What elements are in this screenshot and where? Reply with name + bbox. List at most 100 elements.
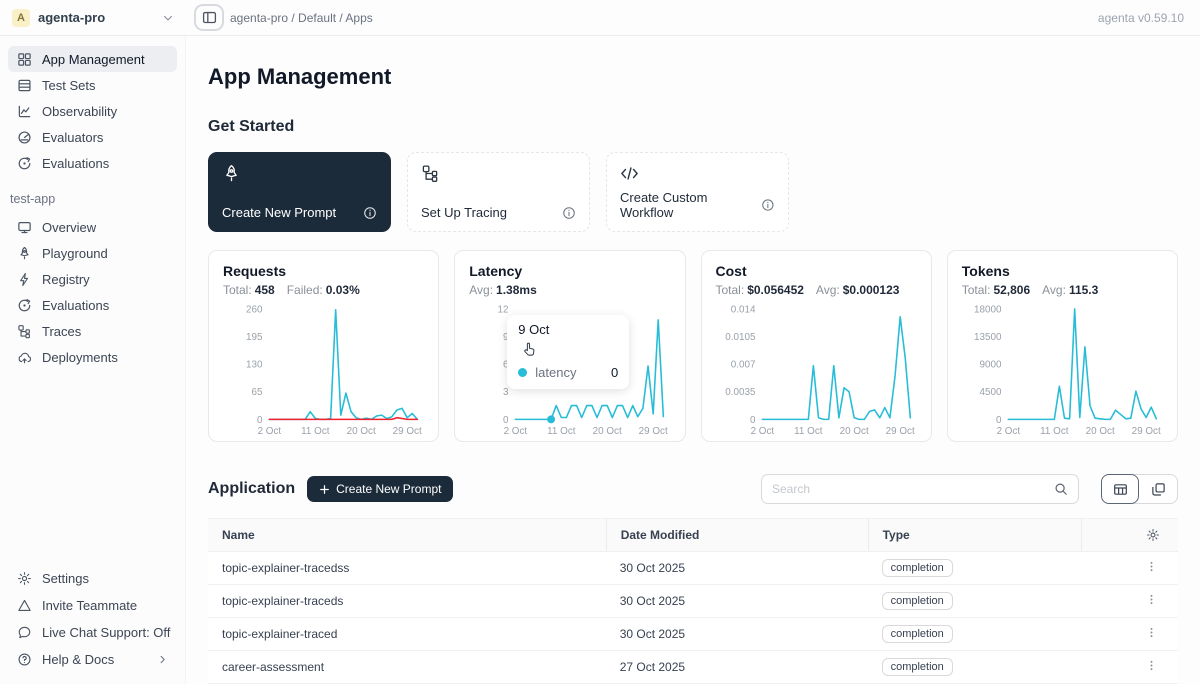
latency-chart-card: Latency Avg:1.38ms 0369122 Oct11 Oct20 O… [454, 250, 685, 442]
grid-icon [17, 52, 32, 67]
card-view-button[interactable] [1139, 474, 1177, 504]
view-toggle [1101, 474, 1178, 504]
chart-stats: Total:52,806 Avg:115.3 [962, 283, 1163, 297]
sidebar-item-evaluators[interactable]: Evaluators [8, 124, 177, 150]
info-icon[interactable] [761, 198, 775, 212]
workspace-avatar: A [12, 9, 30, 27]
gear-icon [17, 571, 32, 586]
gear-icon[interactable] [1146, 528, 1160, 542]
sidebar-item-deployments[interactable]: Deployments [8, 344, 177, 370]
create-new-prompt-button[interactable]: Create New Prompt [307, 476, 453, 502]
sidebar-item-overview[interactable]: Overview [8, 214, 177, 240]
create-new-prompt-card[interactable]: Create New Prompt [208, 152, 391, 232]
sidebar-collapse-button[interactable] [194, 4, 224, 31]
sidebar-item-help-docs[interactable]: Help & Docs [8, 646, 177, 672]
main-content: App Management Get Started Create New Pr… [186, 36, 1200, 684]
rocket-icon [17, 246, 32, 261]
sidebar-item-label: Invite Teammate [42, 598, 137, 613]
svg-text:3: 3 [503, 387, 509, 398]
sidebar-item-invite-teammate[interactable]: Invite Teammate [8, 592, 177, 618]
search-icon [1054, 482, 1068, 496]
table-row[interactable]: topic-explainer-traced 30 Oct 2025 compl… [208, 618, 1178, 651]
svg-text:0.014: 0.014 [730, 304, 755, 315]
sidebar-item-label: Playground [42, 246, 108, 261]
set-up-tracing-card[interactable]: Set Up Tracing [407, 152, 590, 232]
sidebar-item-registry[interactable]: Registry [8, 266, 177, 292]
column-header-name[interactable]: Name [208, 519, 606, 551]
sidebar-item-live-chat[interactable]: Live Chat Support: Off [8, 619, 177, 645]
sidebar-item-evaluations[interactable]: Evaluations [8, 150, 177, 176]
table-row[interactable]: topic-explainer-traceds 30 Oct 2025 comp… [208, 585, 1178, 618]
application-heading: Application [208, 480, 295, 498]
svg-text:12: 12 [498, 304, 509, 315]
svg-text:65: 65 [251, 387, 262, 398]
code-icon [620, 164, 639, 183]
tokens-chart-card: Tokens Total:52,806 Avg:115.3 0450090001… [947, 250, 1178, 442]
search-input[interactable] [772, 482, 1048, 496]
svg-text:29 Oct: 29 Oct [885, 426, 914, 437]
svg-text:4500: 4500 [979, 387, 1001, 398]
info-icon[interactable] [363, 206, 377, 220]
get-started-cards: Create New Prompt Set Up Tracing Create … [208, 152, 1178, 232]
table-row[interactable]: career-assessment 27 Oct 2025 completion [208, 651, 1178, 684]
svg-text:11 Oct: 11 Oct [794, 426, 823, 437]
tokens-line-chart[interactable]: 04500900013500180002 Oct11 Oct20 Oct29 O… [962, 301, 1163, 439]
chart-stats: Avg:1.38ms [469, 283, 670, 297]
chart-stats: Total:458 Failed:0.03% [223, 283, 424, 297]
row-date-modified: 27 Oct 2025 [606, 660, 868, 674]
sidebar-item-playground[interactable]: Playground [8, 240, 177, 266]
sidebar-item-settings[interactable]: Settings [8, 565, 177, 591]
svg-text:20 Oct: 20 Oct [1085, 426, 1114, 437]
sidebar-item-evaluations-app[interactable]: Evaluations [8, 292, 177, 318]
svg-text:11 Oct: 11 Oct [301, 426, 330, 437]
svg-text:2 Oct: 2 Oct [750, 426, 774, 437]
sidebar-item-label: Evaluations [42, 298, 109, 313]
card-label: Create Custom Workflow [620, 190, 761, 220]
row-menu-cell [1081, 626, 1178, 642]
tooltip-date: 9 Oct [518, 322, 618, 337]
test-sets-icon [17, 78, 32, 93]
search-button[interactable] [1048, 476, 1074, 502]
type-badge: completion [882, 592, 953, 610]
sidebar-item-test-sets[interactable]: Test Sets [8, 72, 177, 98]
sidebar-item-label: Registry [42, 272, 90, 287]
ellipsis-vertical-icon[interactable] [1145, 659, 1158, 672]
ellipsis-vertical-icon[interactable] [1145, 626, 1158, 639]
svg-text:13500: 13500 [974, 332, 1002, 343]
type-badge: completion [882, 625, 953, 643]
row-name: topic-explainer-tracedss [208, 561, 606, 575]
workspace-selector[interactable]: A agenta-pro [0, 9, 186, 27]
applications-table: Name Date Modified Type topic-explainer-… [208, 518, 1178, 684]
sidebar-item-app-management[interactable]: App Management [8, 46, 177, 72]
card-label: Create New Prompt [222, 205, 336, 220]
sidebar-item-label: Settings [42, 571, 89, 586]
svg-text:9000: 9000 [979, 360, 1001, 371]
requests-line-chart[interactable]: 0651301952602 Oct11 Oct20 Oct29 Oct [223, 301, 424, 439]
column-header-type[interactable]: Type [868, 519, 1081, 551]
sidebar-item-label: Traces [42, 324, 81, 339]
breadcrumb: agenta-pro / Default / Apps [230, 11, 373, 25]
trace-icon [17, 324, 32, 339]
svg-text:20 Oct: 20 Oct [839, 426, 868, 437]
ellipsis-vertical-icon[interactable] [1145, 560, 1158, 573]
sidebar-section-label: test-app [10, 192, 175, 206]
stats-charts-row: Requests Total:458 Failed:0.03% 06513019… [208, 250, 1178, 442]
cost-line-chart[interactable]: 00.00350.0070.01050.0142 Oct11 Oct20 Oct… [716, 301, 917, 439]
table-body: topic-explainer-tracedss 30 Oct 2025 com… [208, 552, 1178, 684]
application-header: Application Create New Prompt [208, 474, 1178, 504]
create-custom-workflow-card[interactable]: Create Custom Workflow [606, 152, 789, 232]
sidebar-item-observability[interactable]: Observability [8, 98, 177, 124]
type-badge: completion [882, 559, 953, 577]
ellipsis-vertical-icon[interactable] [1145, 593, 1158, 606]
requests-chart-card: Requests Total:458 Failed:0.03% 06513019… [208, 250, 439, 442]
column-header-date-modified[interactable]: Date Modified [606, 519, 868, 551]
row-menu-cell [1081, 659, 1178, 675]
sidebar-item-label: App Management [42, 52, 145, 67]
svg-text:195: 195 [246, 332, 263, 343]
info-icon[interactable] [562, 206, 576, 220]
table-row[interactable]: topic-explainer-tracedss 30 Oct 2025 com… [208, 552, 1178, 585]
svg-text:130: 130 [246, 360, 263, 371]
table-view-button[interactable] [1101, 474, 1139, 504]
svg-text:0.007: 0.007 [730, 360, 755, 371]
sidebar-item-traces[interactable]: Traces [8, 318, 177, 344]
